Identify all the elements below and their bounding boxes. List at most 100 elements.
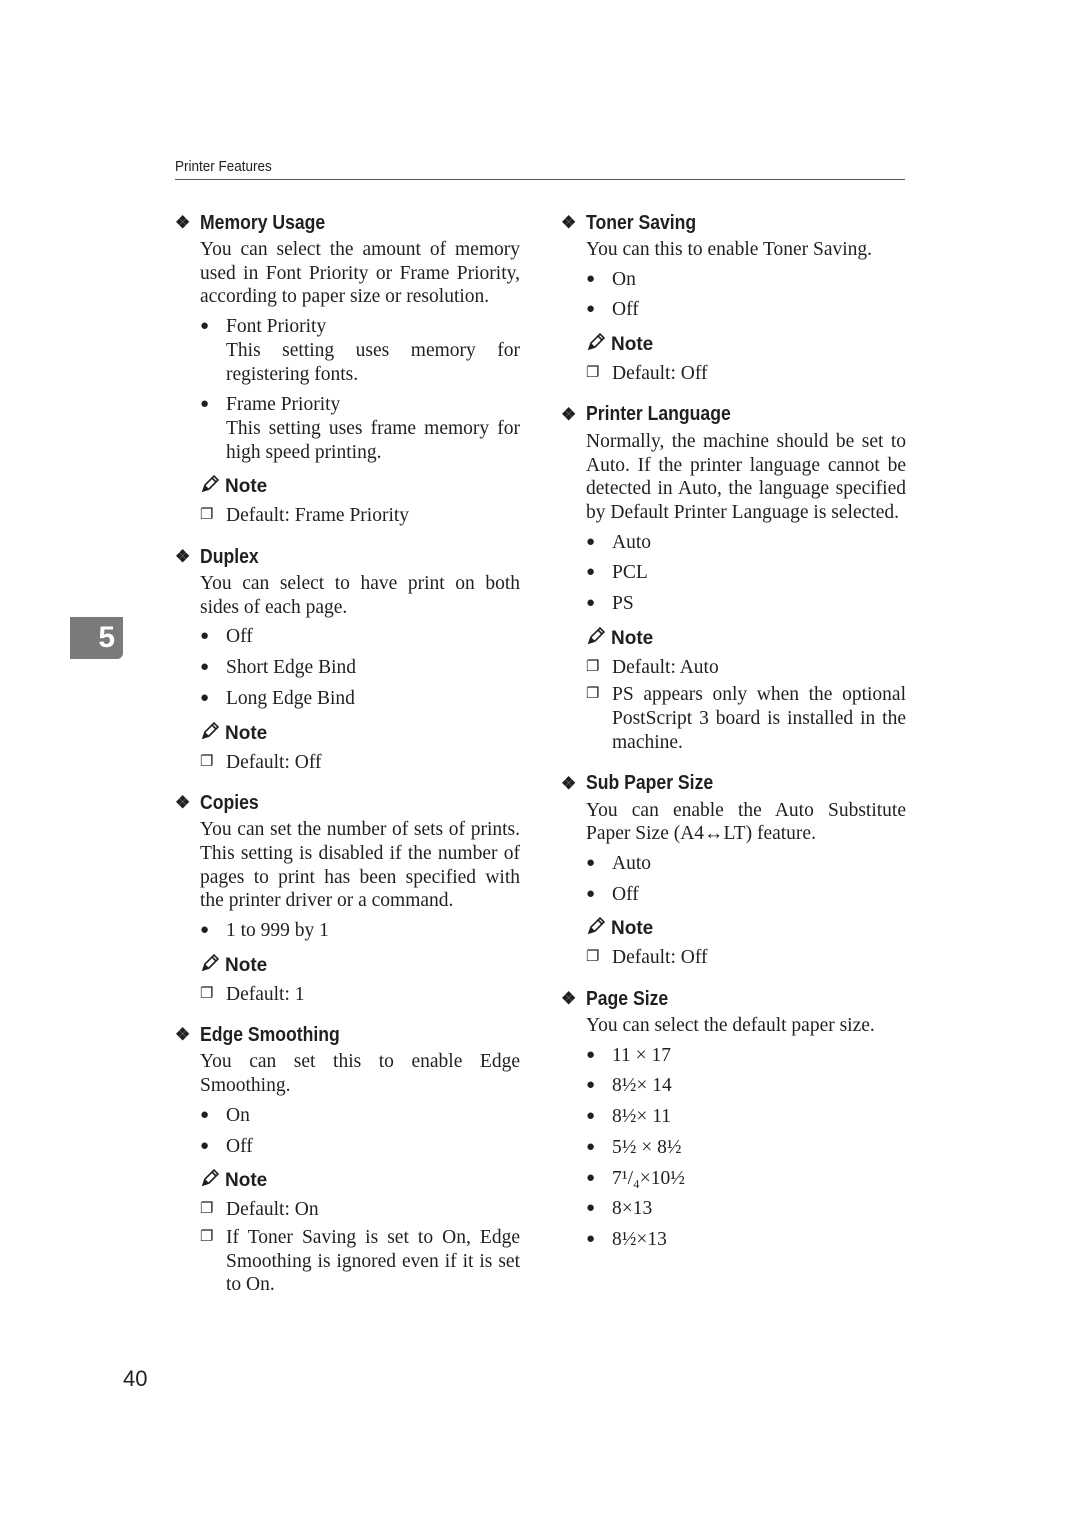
- option-description: This setting uses memory for registering…: [226, 339, 520, 385]
- option-list: ● Auto ● PCL ● PS: [586, 531, 906, 616]
- diamond-bullet-icon: ❖: [561, 213, 577, 232]
- note-text: Default: Off: [612, 947, 708, 969]
- option-item: ● On: [200, 1104, 520, 1128]
- note-label: Note: [225, 476, 268, 498]
- section-heading: ❖ Page Size: [561, 984, 906, 1014]
- chapter-tab: 5: [70, 617, 123, 659]
- section-heading: ❖ Toner Saving: [561, 208, 906, 238]
- note-item: ❐ Default: Auto: [586, 656, 906, 680]
- note-text: Default: Off: [226, 751, 322, 773]
- note-heading: Note: [586, 332, 906, 358]
- diamond-bullet-icon: ❖: [561, 404, 577, 424]
- note-item: ❐ Default: Off: [586, 362, 906, 386]
- option-label: Frame Priority: [226, 394, 341, 416]
- bullet-icon: ●: [586, 885, 596, 902]
- bullet-icon: ●: [586, 1077, 596, 1094]
- option-label: 8½×13: [612, 1228, 667, 1250]
- section-printer-language: ❖ Printer Language Normally, the machine s…: [561, 400, 906, 755]
- checkbox-square-icon: ❐: [200, 985, 214, 1002]
- bullet-icon: ●: [586, 270, 596, 287]
- section-title: Sub Paper Size: [586, 772, 714, 795]
- diamond-bullet-icon: ❖: [175, 793, 191, 813]
- option-list: ● Auto ● Off: [586, 852, 906, 906]
- option-item: ● Short Edge Bind: [200, 656, 520, 680]
- bullet-icon: ●: [586, 1108, 596, 1125]
- option-item: ● Auto: [586, 852, 906, 876]
- option-description: This setting uses frame memory for high …: [226, 417, 520, 463]
- bullet-icon: ●: [200, 1137, 210, 1154]
- note-heading: Note: [200, 953, 520, 979]
- option-item: ● Frame Priority This setting uses frame m…: [200, 393, 520, 464]
- option-list: ● Font Priority This setting uses memory f…: [200, 315, 520, 464]
- bullet-icon: ●: [200, 659, 210, 676]
- bullet-icon: ●: [586, 854, 596, 871]
- note-heading: Note: [200, 474, 520, 500]
- note-heading: Note: [586, 916, 906, 942]
- bullet-icon: ●: [200, 396, 210, 413]
- checkbox-square-icon: ❐: [200, 753, 214, 770]
- option-item: ● On: [586, 268, 906, 292]
- option-label: Short Edge Bind: [226, 657, 356, 679]
- bullet-icon: ●: [586, 533, 596, 550]
- bullet-icon: ●: [586, 301, 596, 318]
- section-heading: ❖ Sub Paper Size: [561, 769, 906, 799]
- option-label: Off: [226, 626, 253, 648]
- note-text: Default: On: [226, 1199, 319, 1221]
- section-description: Normally, the machine should be set to A…: [586, 430, 906, 523]
- section-description: You can set this to enable Edge Smoothin…: [200, 1051, 520, 1097]
- checkbox-square-icon: ❐: [200, 1201, 214, 1218]
- checkbox-square-icon: ❐: [586, 686, 600, 703]
- bullet-icon: ●: [586, 564, 596, 581]
- note-item: ❐ Default: 1: [200, 983, 520, 1007]
- pencil-icon: [200, 1168, 225, 1194]
- section-description: You can enable the Auto Substitute Paper…: [586, 799, 906, 845]
- section-toner-saving: ❖ Toner Saving You can this to enable Tone…: [561, 208, 906, 386]
- note-item: ❐ Default: Frame Priority: [200, 504, 520, 528]
- left-column: ❖ Memory Usage You can select the amount o…: [175, 208, 520, 1311]
- pencil-icon: [586, 332, 611, 358]
- section-title: Page Size: [586, 987, 669, 1010]
- bullet-icon: ●: [200, 689, 210, 706]
- section-duplex: ❖ Duplex You can select to have print on b…: [175, 542, 520, 774]
- bullet-icon: ●: [200, 1106, 210, 1123]
- option-label: Long Edge Bind: [226, 687, 355, 709]
- bullet-icon: ●: [200, 628, 210, 645]
- option-item: ● 5½ × 8½: [586, 1136, 906, 1160]
- note-label: Note: [225, 1170, 268, 1192]
- note-text: PS appears only when the optional PostSc…: [612, 684, 906, 753]
- section-heading: ❖ Edge Smoothing: [175, 1020, 520, 1050]
- bullet-icon: ●: [586, 1200, 596, 1217]
- bullet-icon: ●: [586, 595, 596, 612]
- section-description: You can select the default paper size.: [586, 1015, 875, 1037]
- section-heading: ❖ Copies: [175, 788, 520, 818]
- note-text: Default: Off: [612, 363, 708, 385]
- note-label: Note: [225, 954, 268, 976]
- section-copies: ❖ Copies You can set the number of sets of…: [175, 788, 520, 1006]
- diamond-bullet-icon: ❖: [175, 1025, 191, 1045]
- note-item: ❐ Default: Off: [586, 946, 906, 970]
- header-rule: [175, 179, 905, 180]
- note-text: Default: Frame Priority: [226, 505, 410, 527]
- option-list: ● On ● Off: [200, 1104, 520, 1158]
- option-label: On: [226, 1104, 250, 1126]
- section-edge-smoothing: ❖ Edge Smoothing You can set this to enabl…: [175, 1020, 520, 1297]
- option-item: ● Off: [586, 298, 906, 322]
- bullet-icon: ●: [200, 318, 210, 335]
- note-text: Default: Auto: [612, 656, 719, 678]
- note-text: If Toner Saving is set to On, Edge Smoot…: [226, 1226, 520, 1296]
- option-item: ● 8½×13: [586, 1228, 906, 1252]
- option-list: ● 1 to 999 by 1: [200, 919, 520, 943]
- option-label: On: [612, 268, 636, 290]
- option-label: 8×13: [612, 1198, 653, 1220]
- pencil-icon: [586, 626, 611, 652]
- checkbox-square-icon: ❐: [200, 507, 214, 524]
- option-item: ● 7¹/₄×10½: [586, 1167, 906, 1191]
- option-label: Off: [612, 883, 639, 905]
- option-label: Off: [612, 299, 639, 321]
- option-label: 7¹/₄×10½: [612, 1167, 685, 1189]
- note-label: Note: [611, 918, 654, 940]
- section-description: You can select to have print on both sid…: [200, 573, 520, 618]
- section-title: Memory Usage: [200, 211, 326, 234]
- note-label: Note: [611, 627, 654, 649]
- section-title: Duplex: [200, 545, 259, 568]
